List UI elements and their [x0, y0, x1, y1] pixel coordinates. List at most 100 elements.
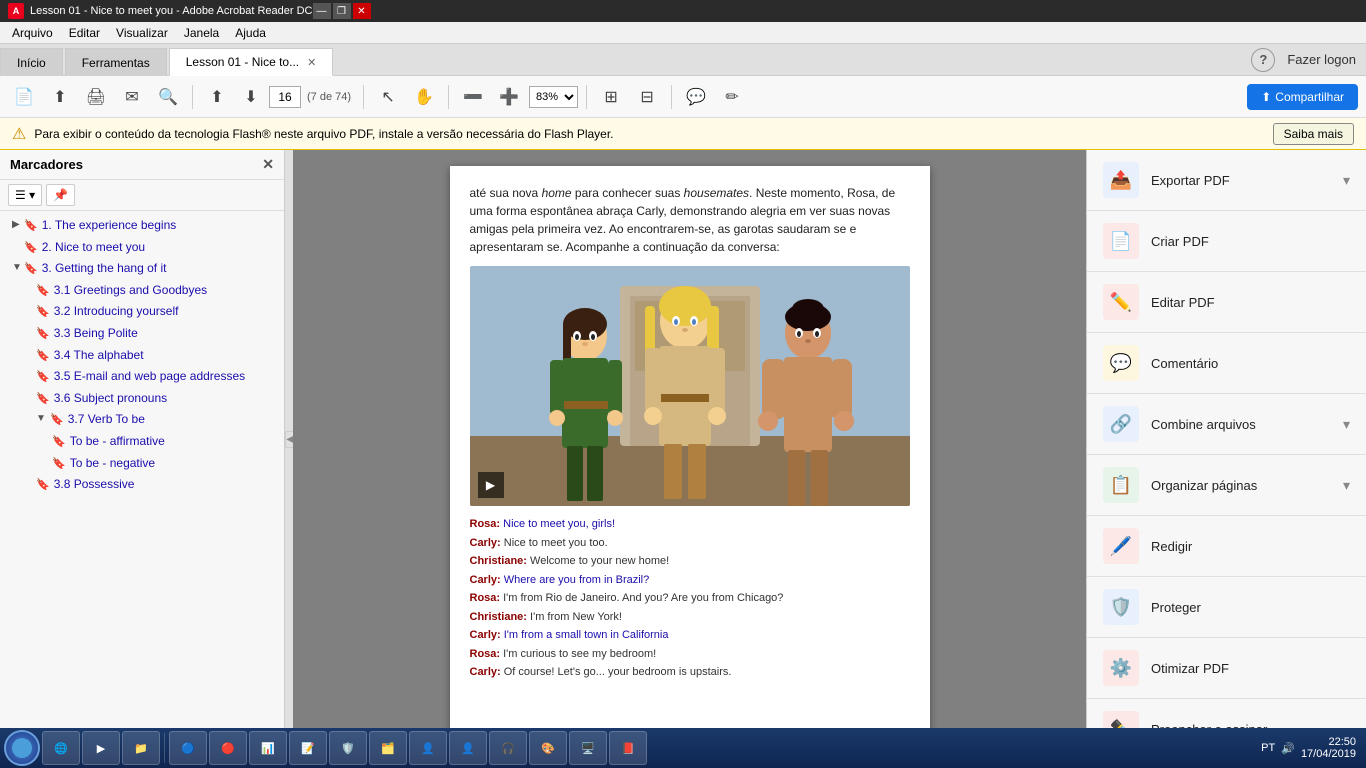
taskbar-word[interactable]: 📝	[289, 731, 327, 765]
bookmark-icon-tobe-aff: 🔖	[52, 435, 66, 449]
taskbar-explorer[interactable]: 📁	[122, 731, 160, 765]
search-button[interactable]: 🔍	[152, 81, 184, 113]
menu-arquivo[interactable]: Arquivo	[4, 24, 61, 42]
minimize-button[interactable]: —	[313, 3, 331, 19]
taskbar-opera[interactable]: 🔴	[209, 731, 247, 765]
pen-tool-button[interactable]: ✏	[716, 81, 748, 113]
taskbar-desktop[interactable]: 🖥️	[569, 731, 607, 765]
comment-icon: 💬	[1103, 345, 1139, 381]
bookmark-label-tobe-neg: To be - negative	[70, 456, 155, 472]
bookmark-item-tobe-neg[interactable]: 🔖 To be - negative	[0, 453, 284, 475]
tab-close-icon[interactable]: ✕	[307, 56, 316, 69]
speech-rosa-3: I'm curious to see my bedroom!	[503, 648, 656, 660]
bookmark-item-1[interactable]: ▶ 🔖 1. The experience begins	[0, 215, 284, 237]
select-tool-button[interactable]: ↖	[372, 81, 404, 113]
create-pdf-label: Criar PDF	[1151, 234, 1350, 249]
support-icon: 🎧	[498, 738, 518, 758]
bookmark-item-3[interactable]: ▼ 🔖 3. Getting the hang of it	[0, 258, 284, 280]
rp-protect[interactable]: 🛡️ Proteger	[1087, 577, 1366, 638]
rp-edit-pdf[interactable]: ✏️ Editar PDF	[1087, 272, 1366, 333]
dialog-line-5: Rosa: I'm from Rio de Janeiro. And you? …	[470, 590, 910, 607]
hand-tool-button[interactable]: ✋	[408, 81, 440, 113]
bookmark-item-3-5[interactable]: 🔖 3.5 E-mail and web page addresses	[0, 366, 284, 388]
taskbar-chrome[interactable]: 🔵	[169, 731, 207, 765]
comment-tool-button[interactable]: 💬	[680, 81, 712, 113]
taskbar-files[interactable]: 🗂️	[369, 731, 407, 765]
rp-create-pdf[interactable]: 📄 Criar PDF	[1087, 211, 1366, 272]
sidebar-menu-button[interactable]: ☰ ▾	[8, 184, 42, 206]
taskbar-powerpoint[interactable]: 📊	[249, 731, 287, 765]
start-button[interactable]	[4, 730, 40, 766]
clock-time: 22:50	[1301, 736, 1356, 748]
saiba-mais-button[interactable]: Saiba mais	[1273, 123, 1354, 145]
bookmark-item-3-4[interactable]: 🔖 3.4 The alphabet	[0, 345, 284, 367]
new-file-button[interactable]: 📄	[8, 81, 40, 113]
bookmark-toggle-3[interactable]: ▼	[12, 261, 22, 274]
desktop-icon: 🖥️	[578, 738, 598, 758]
menu-visualizar[interactable]: Visualizar	[108, 24, 176, 42]
play-button[interactable]: ▶	[478, 472, 504, 498]
rp-redact[interactable]: 🖊️ Redigir	[1087, 516, 1366, 577]
tab-lesson[interactable]: Lesson 01 - Nice to... ✕	[169, 48, 334, 76]
menu-ajuda[interactable]: Ajuda	[227, 24, 274, 42]
menu-editar[interactable]: Editar	[61, 24, 108, 42]
help-icon: ?	[1259, 52, 1267, 67]
logon-button[interactable]: Fazer logon	[1287, 52, 1356, 67]
rp-combine[interactable]: 🔗 Combine arquivos ▾	[1087, 394, 1366, 455]
bookmark-item-3-3[interactable]: 🔖 3.3 Being Polite	[0, 323, 284, 345]
bookmark-item-2[interactable]: 🔖 2. Nice to meet you	[0, 237, 284, 259]
taskbar-paint[interactable]: 🎨	[529, 731, 567, 765]
rp-export-pdf[interactable]: 📤 Exportar PDF ▾	[1087, 150, 1366, 211]
tab-ferramentas[interactable]: Ferramentas	[65, 48, 167, 76]
rp-organize[interactable]: 📋 Organizar páginas ▾	[1087, 455, 1366, 516]
page-number-input[interactable]: 16	[269, 86, 301, 108]
menu-janela[interactable]: Janela	[176, 24, 227, 42]
rp-optimize[interactable]: ⚙️ Otimizar PDF	[1087, 638, 1366, 699]
prev-page-button[interactable]: ⬆	[201, 81, 233, 113]
rp-fill-sign[interactable]: ✒️ Preencher e assinar	[1087, 699, 1366, 728]
dialog-line-1: Rosa: Nice to meet you, girls!	[470, 516, 910, 533]
print-button[interactable]: 🖨	[80, 81, 112, 113]
photo2-icon: 👤	[458, 738, 478, 758]
pdf-scroll[interactable]: até sua nova home para conhecer suas hou…	[293, 150, 1086, 728]
zoom-out-button[interactable]: ➖	[457, 81, 489, 113]
upload-button[interactable]: ⬆	[44, 81, 76, 113]
bookmark-item-3-7[interactable]: ▼ 🔖 3.7 Verb To be	[0, 409, 284, 431]
taskbar-photo2[interactable]: 👤	[449, 731, 487, 765]
bookmark-item-3-6[interactable]: 🔖 3.6 Subject pronouns	[0, 388, 284, 410]
help-button[interactable]: ?	[1251, 48, 1275, 72]
bookmark-item-3-2[interactable]: 🔖 3.2 Introducing yourself	[0, 301, 284, 323]
next-page-button[interactable]: ⬇	[235, 81, 267, 113]
bookmark-item-3-8[interactable]: 🔖 3.8 Possessive	[0, 474, 284, 496]
bookmark-item-3-1[interactable]: 🔖 3.1 Greetings and Goodbyes	[0, 280, 284, 302]
taskbar-photo1[interactable]: 👤	[409, 731, 447, 765]
taskbar-ie[interactable]: 🌐	[42, 731, 80, 765]
maximize-button[interactable]: ❐	[333, 3, 351, 19]
comment-label: Comentário	[1151, 356, 1350, 371]
panel-splitter[interactable]	[285, 150, 293, 728]
pdf-body-text: até sua nova home para conhecer suas hou…	[470, 184, 910, 256]
taskbar-support[interactable]: 🎧	[489, 731, 527, 765]
rp-comment[interactable]: 💬 Comentário	[1087, 333, 1366, 394]
close-button[interactable]: ✕	[353, 3, 371, 19]
taskbar-clock: 22:50 17/04/2019	[1301, 736, 1356, 760]
bookmark-toggle-3-7[interactable]: ▼	[36, 412, 46, 425]
email-button[interactable]: ✉	[116, 81, 148, 113]
powerpoint-icon: 📊	[258, 738, 278, 758]
tab-inicio[interactable]: Início	[0, 48, 63, 76]
share-button[interactable]: ⬆ Compartilhar	[1247, 84, 1358, 110]
taskbar-media[interactable]: ▶	[82, 731, 120, 765]
taskbar-acrobat[interactable]: 📕	[609, 731, 647, 765]
bookmark-item-tobe-aff[interactable]: 🔖 To be - affirmative	[0, 431, 284, 453]
bookmark-label-tobe-aff: To be - affirmative	[70, 434, 165, 450]
chrome-icon: 🔵	[178, 738, 198, 758]
taskbar-security[interactable]: 🛡️	[329, 731, 367, 765]
sidebar-close-icon[interactable]: ✕	[262, 156, 274, 173]
bookmark-icon-3-3: 🔖	[36, 327, 50, 341]
bookmark-toggle-1[interactable]: ▶	[12, 218, 22, 231]
zoom-in-button[interactable]: ➕	[493, 81, 525, 113]
sidebar-expand-button[interactable]: 📌	[46, 184, 75, 206]
export-button[interactable]: ⊟	[631, 81, 663, 113]
fit-button[interactable]: ⊞	[595, 81, 627, 113]
zoom-select[interactable]: 83%	[529, 86, 578, 108]
